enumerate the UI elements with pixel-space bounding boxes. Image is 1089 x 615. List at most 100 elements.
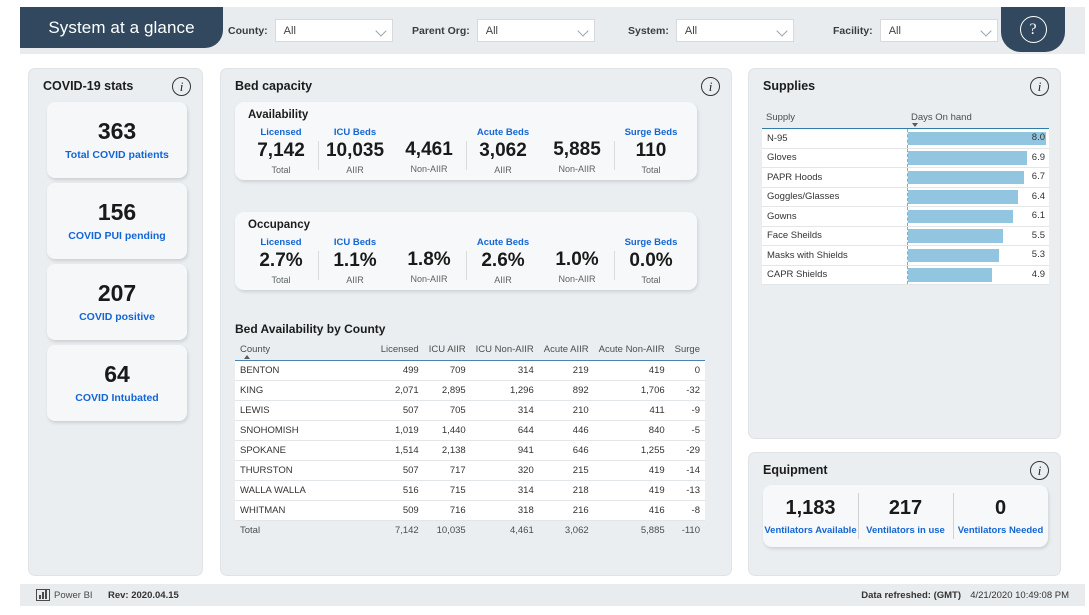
stat-card-covid-pui-pending[interactable]: 156 COVID PUI pending — [47, 183, 187, 259]
stat-card-covid-intubated[interactable]: 64 COVID Intubated — [47, 345, 187, 421]
kpi-occupancy-licensed-total[interactable]: Licensed 2.7% Total — [244, 237, 318, 285]
table-row[interactable]: LEWIS 507 705 314 210 411 -9 — [235, 400, 705, 421]
table-total-cell: 7,142 — [375, 520, 424, 540]
col-licensed[interactable]: Licensed — [375, 341, 424, 361]
table-cell: 2,071 — [375, 380, 424, 401]
info-icon[interactable]: i — [1030, 77, 1049, 96]
table-row[interactable]: WALLA WALLA 516 715 314 218 419 -13 — [235, 480, 705, 501]
stat-label: Total COVID patients — [65, 149, 169, 162]
filter-parent-org-value: All — [485, 24, 498, 37]
list-item[interactable]: Gowns 6.1 — [762, 206, 1049, 227]
table-cell: 1,296 — [470, 380, 539, 401]
list-item[interactable]: Gloves 6.9 — [762, 148, 1049, 168]
col-acute-non-aiir[interactable]: Acute Non-AIIR — [593, 341, 670, 361]
table-cell: -32 — [669, 380, 705, 401]
col-icu-aiir[interactable]: ICU AIIR — [423, 341, 471, 361]
kpi-availability-icu-aiir[interactable]: ICU Beds 10,035 AIIR — [318, 127, 392, 175]
kpi-occupancy-icu-non-aiir[interactable]: 1.8% Non-AIIR — [392, 237, 466, 284]
table-cell: 1,440 — [423, 420, 471, 441]
filter-county: County: All — [228, 19, 393, 42]
table-cell: 840 — [593, 420, 670, 441]
supply-bar — [907, 229, 1003, 243]
info-icon[interactable]: i — [172, 77, 191, 96]
supply-bar-cell: 4.9 — [907, 265, 1049, 285]
bed-availability-by-county-table: County Licensed ICU AIIR ICU Non-AIIR Ac… — [235, 341, 705, 540]
list-item[interactable]: PAPR Hoods 6.7 — [762, 167, 1049, 188]
supply-value: 8.0 — [1031, 132, 1045, 143]
supply-name: Goggles/Glasses — [762, 187, 908, 207]
equipment-value: 0 — [994, 496, 1007, 519]
stat-card-total-covid-patients[interactable]: 363 Total COVID patients — [47, 102, 187, 178]
kpi-availability-acute-non-aiir[interactable]: 5,885 Non-AIIR — [540, 127, 614, 174]
supply-bar-wrap: 5.3 — [907, 246, 1050, 265]
supply-name: Gloves — [762, 148, 908, 168]
kpi-value: 1.8% — [407, 249, 451, 271]
table-row[interactable]: KING 2,071 2,895 1,296 892 1,706 -32 — [235, 380, 705, 401]
county-table-body: BENTON 499 709 314 219 419 0 KING 2,071 2,895 1,29… — [235, 360, 705, 540]
list-item[interactable]: CAPR Shields 4.9 — [762, 265, 1049, 285]
kpi-availability-surge-total[interactable]: Surge Beds 110 Total — [614, 127, 688, 175]
supply-value: 6.7 — [1031, 171, 1045, 182]
table-row[interactable]: BENTON 499 709 314 219 419 0 — [235, 360, 705, 381]
col-acute-aiir[interactable]: Acute AIIR — [538, 341, 594, 361]
table-row[interactable]: SPOKANE 1,514 2,138 941 646 1,255 -29 — [235, 440, 705, 461]
col-days-on-hand[interactable]: Days On hand — [907, 109, 1049, 129]
table-total-cell: -110 — [669, 520, 705, 540]
list-item[interactable]: N-95 8.0 — [762, 128, 1049, 149]
supply-name: Face Sheilds — [762, 226, 908, 246]
power-bi-icon — [36, 589, 50, 601]
filter-facility-select[interactable]: All — [879, 19, 998, 42]
table-cell: 216 — [538, 500, 594, 521]
filter-facility-value: All — [888, 24, 901, 37]
col-icu-non-aiir[interactable]: ICU Non-AIIR — [470, 341, 539, 361]
kpi-sub: Non-AIIR — [410, 274, 448, 284]
table-cell: 215 — [538, 460, 594, 481]
col-supply[interactable]: Supply — [762, 109, 907, 129]
kpi-occupancy-surge-total[interactable]: Surge Beds 0.0% Total — [614, 237, 688, 285]
equipment-ventilators-in-use[interactable]: 217 Ventilators in use — [858, 485, 953, 547]
supply-bar — [907, 268, 993, 282]
supplies-title: Supplies — [763, 79, 816, 93]
power-bi-brand[interactable]: Power BI — [36, 589, 93, 601]
supplies-panel: Supplies i Supply Days On hand N-95 8.0 Gl… — [748, 68, 1061, 439]
table-row[interactable]: THURSTON 507 717 320 215 419 -14 — [235, 460, 705, 481]
table-cell: 1,706 — [593, 380, 670, 401]
list-item[interactable]: Goggles/Glasses 6.4 — [762, 187, 1049, 207]
table-cell: 715 — [423, 480, 471, 501]
stat-card-covid-positive[interactable]: 207 COVID positive — [47, 264, 187, 340]
list-item[interactable]: Face Sheilds 5.5 — [762, 226, 1049, 246]
list-item[interactable]: Masks with Shields 5.3 — [762, 245, 1050, 266]
kpi-value: 3,062 — [479, 140, 527, 161]
supplies-table: Supply Days On hand N-95 8.0 Gloves 6.9 PAPR… — [762, 109, 1049, 285]
kpi-availability-licensed-total[interactable]: Licensed 7,142 Total — [244, 127, 318, 175]
table-cell: WHITMAN — [235, 500, 376, 521]
equipment-ventilators-needed[interactable]: 0 Ventilators Needed — [953, 485, 1048, 547]
covid-stats-panel: COVID-19 stats i 363 Total COVID patient… — [28, 68, 203, 576]
supply-value: 5.3 — [1031, 249, 1045, 260]
filter-parent-org-select[interactable]: All — [476, 19, 595, 42]
filter-county-value: All — [283, 24, 296, 37]
kpi-availability-icu-non-aiir[interactable]: 4,461 Non-AIIR — [392, 127, 466, 174]
table-total-cell: 10,035 — [423, 520, 471, 540]
county-table-head: County Licensed ICU AIIR ICU Non-AIIR Ac… — [235, 341, 705, 361]
sort-descending-icon — [911, 123, 918, 127]
info-icon[interactable]: i — [701, 77, 720, 96]
col-surge[interactable]: Surge — [669, 341, 705, 361]
equipment-ventilators-available[interactable]: 1,183 Ventilators Available — [763, 485, 858, 547]
kpi-availability-acute-aiir[interactable]: Acute Beds 3,062 AIIR — [466, 127, 540, 175]
kpi-occupancy-acute-aiir[interactable]: Acute Beds 2.6% AIIR — [466, 237, 540, 285]
table-cell: 320 — [470, 460, 539, 481]
table-cell: 892 — [538, 380, 594, 401]
filter-county-select[interactable]: All — [274, 19, 393, 42]
kpi-sub: Total — [641, 274, 661, 285]
table-row[interactable]: SNOHOMISH 1,019 1,440 644 446 840 -5 — [235, 420, 705, 441]
help-button[interactable]: ? — [1001, 7, 1065, 52]
supply-name: CAPR Shields — [762, 265, 908, 285]
filter-system-select[interactable]: All — [675, 19, 794, 42]
kpi-occupancy-acute-non-aiir[interactable]: 1.0% Non-AIIR — [540, 237, 614, 284]
occupancy-title: Occupancy — [248, 219, 310, 231]
kpi-occupancy-icu-aiir[interactable]: ICU Beds 1.1% AIIR — [318, 237, 392, 285]
col-county[interactable]: County — [235, 341, 376, 361]
table-row[interactable]: WHITMAN 509 716 318 216 416 -8 — [235, 500, 705, 521]
info-icon[interactable]: i — [1030, 461, 1049, 480]
